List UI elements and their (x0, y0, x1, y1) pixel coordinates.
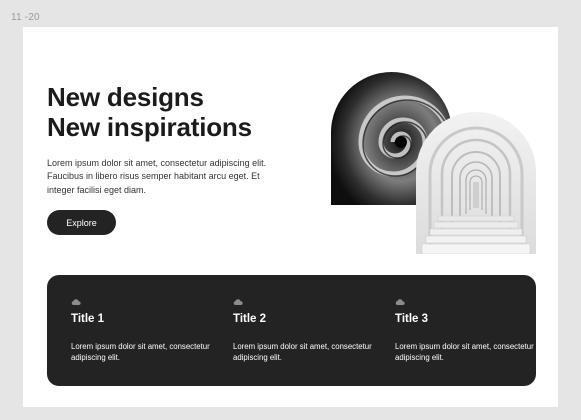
hero-title-line-2: New inspirations (47, 112, 252, 142)
hero-description: Lorem ipsum dolor sit amet, consectetur … (47, 158, 267, 195)
arched-corridor-photo (416, 112, 536, 254)
features-panel: Title 1 Lorem ipsum dolor sit amet, cons… (47, 275, 536, 386)
feature-title: Title 3 (395, 313, 429, 325)
cloud-icon (71, 299, 81, 305)
landing-page-frame: New designs New inspirations Lorem ipsum… (23, 27, 558, 407)
feature-title: Title 1 (71, 313, 105, 325)
hero-title-line-1: New designs (47, 82, 204, 112)
feature-title: Title 2 (233, 313, 267, 325)
feature-text: Lorem ipsum dolor sit amet, consectetur … (71, 342, 210, 362)
frame-label: 11 -20 (11, 12, 40, 23)
feature-text: Lorem ipsum dolor sit amet, consectetur … (395, 342, 534, 362)
explore-button[interactable]: Explore (47, 210, 116, 235)
cloud-icon (233, 299, 243, 305)
cloud-icon (395, 299, 405, 305)
hero-title: New designs New inspirations (47, 82, 252, 142)
feature-text: Lorem ipsum dolor sit amet, consectetur … (233, 342, 372, 362)
